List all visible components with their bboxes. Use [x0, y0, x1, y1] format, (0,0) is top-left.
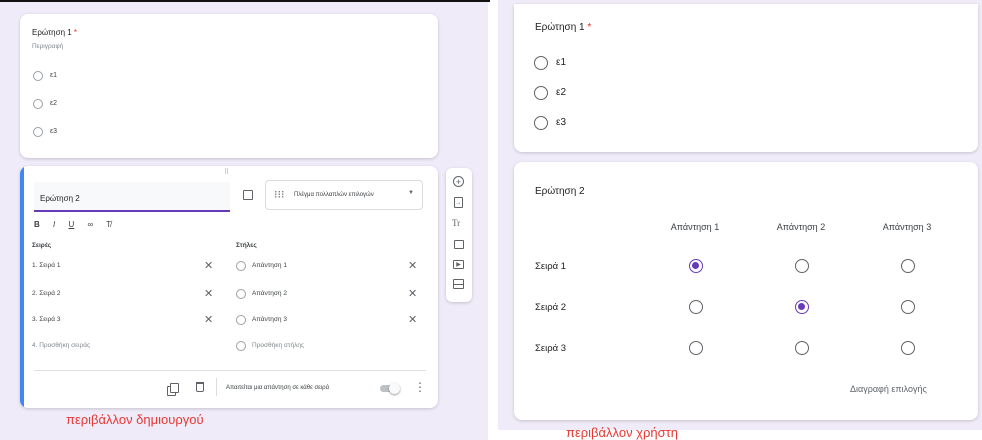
grid-row-label: Σειρά 2 [535, 302, 567, 313]
rows-header: Σειρές [32, 242, 52, 249]
user-caption: περιβάλλον χρήστη [566, 425, 679, 440]
question-2-title-input[interactable]: Ερώτηση 2 [34, 182, 230, 212]
grid-icon: ⁝⁝⁝ [274, 189, 285, 201]
column-radio [236, 289, 246, 299]
footer-separator [216, 378, 217, 396]
option-radio[interactable] [534, 56, 548, 70]
column-header: Απάντηση 2 [776, 222, 826, 232]
focus-bar [20, 166, 24, 408]
column-radio [236, 315, 246, 325]
grid-radio[interactable] [901, 341, 915, 355]
column-item[interactable]: Απάντηση 2 [252, 290, 287, 297]
video-icon[interactable]: ▶ [453, 260, 464, 269]
creator-question-1-card: Ερώτηση 1 * Περιγραφή ε1 ε2 ε3 [20, 14, 438, 158]
image-icon[interactable] [243, 190, 253, 200]
column-header: Απάντηση 3 [882, 222, 932, 232]
close-icon[interactable]: ✕ [408, 313, 417, 326]
grid-radio[interactable] [795, 300, 809, 314]
option-radio [33, 99, 43, 109]
import-icon[interactable]: → [454, 197, 463, 208]
option-label[interactable]: ε3 [50, 128, 57, 135]
option-label[interactable]: ε2 [556, 87, 566, 98]
underline-icon[interactable]: U [68, 220, 74, 229]
question-type-select[interactable]: ⁝⁝⁝ Πλέγμα πολλαπλών επιλογών ▼ [265, 180, 423, 210]
option-radio[interactable] [534, 86, 548, 100]
add-row-button[interactable]: 4. Προσθήκη σειράς [32, 342, 90, 349]
close-icon[interactable]: ✕ [204, 259, 213, 272]
close-icon[interactable]: ✕ [204, 287, 213, 300]
clear-selection-button[interactable]: Διαγραφή επιλογής [850, 384, 927, 394]
question-1-description[interactable]: Περιγραφή [32, 43, 63, 50]
grid-radio[interactable] [901, 259, 915, 273]
delete-icon[interactable] [196, 382, 204, 392]
grid-radio[interactable] [795, 341, 809, 355]
footer-divider [34, 370, 426, 371]
grid-radio[interactable] [689, 259, 703, 273]
duplicate-icon[interactable] [170, 383, 179, 393]
clear-format-icon[interactable]: T̸ [106, 220, 111, 229]
image-icon[interactable] [454, 240, 464, 249]
creator-caption: περιβάλλον δημιουργού [66, 412, 204, 427]
link-icon[interactable]: ∞ [88, 220, 94, 229]
creator-question-2-card: ⠿ Ερώτηση 2 ⁝⁝⁝ Πλέγμα πολλαπλών επιλογώ… [20, 166, 438, 408]
question-1-title[interactable]: Ερώτηση 1 * [32, 28, 77, 37]
option-radio[interactable] [534, 116, 548, 130]
row-item[interactable]: 1. Σειρά 1 [32, 262, 60, 269]
option-label[interactable]: ε3 [556, 117, 566, 128]
option-radio [33, 71, 43, 81]
option-label[interactable]: ε1 [50, 72, 57, 79]
row-item[interactable]: 2. Σειρά 2 [32, 290, 60, 297]
side-toolbar: + → Tr ▶ [446, 168, 472, 302]
required-toggle[interactable] [380, 383, 400, 394]
column-item[interactable]: Απάντηση 3 [252, 316, 287, 323]
option-radio [33, 127, 43, 137]
italic-icon[interactable]: I [53, 220, 55, 229]
required-toggle-label: Απαιτείται μια απάντηση σε κάθε σειρά [226, 385, 330, 391]
user-question-1-card: Ερώτηση 1 * ε1 ε2 ε3 [514, 4, 978, 152]
column-radio [236, 261, 246, 271]
add-question-icon[interactable]: + [453, 176, 464, 187]
option-label[interactable]: ε2 [50, 100, 57, 107]
format-toolbar: B I U ∞ T̸ [34, 220, 111, 229]
toggle-knob [389, 383, 400, 394]
drag-handle-icon[interactable]: ⠿ [224, 168, 230, 176]
grid-radio[interactable] [901, 300, 915, 314]
column-item[interactable]: Απάντηση 1 [252, 262, 287, 269]
grid-row-label: Σειρά 3 [535, 343, 567, 354]
question-1-title: Ερώτηση 1 * [535, 22, 592, 33]
question-2-title: Ερώτηση 2 [535, 186, 585, 197]
close-icon[interactable]: ✕ [408, 287, 417, 300]
grid-radio[interactable] [689, 341, 703, 355]
close-icon[interactable]: ✕ [408, 259, 417, 272]
left-top-border [0, 0, 490, 2]
required-mark: * [587, 22, 592, 33]
grid-radio[interactable] [689, 300, 703, 314]
user-question-2-card: Ερώτηση 2 Απάντηση 1 Απάντηση 2 Απάντηση… [514, 162, 978, 420]
close-icon[interactable]: ✕ [204, 313, 213, 326]
column-radio [236, 341, 246, 351]
grid-row-label: Σειρά 1 [535, 261, 567, 272]
more-options-icon[interactable]: ⋮ [414, 380, 426, 394]
required-mark: * [73, 28, 78, 37]
section-icon[interactable] [453, 279, 464, 289]
grid-radio[interactable] [795, 259, 809, 273]
chevron-down-icon: ▼ [408, 190, 414, 196]
columns-header: Στήλες [236, 242, 257, 249]
column-header: Απάντηση 1 [670, 222, 720, 232]
bold-icon[interactable]: B [34, 220, 40, 229]
add-column-button[interactable]: Προσθήκη στήλης [252, 342, 304, 349]
option-label[interactable]: ε1 [556, 57, 566, 68]
title-icon[interactable]: Tr [452, 218, 460, 228]
row-item[interactable]: 3. Σειρά 3 [32, 316, 60, 323]
